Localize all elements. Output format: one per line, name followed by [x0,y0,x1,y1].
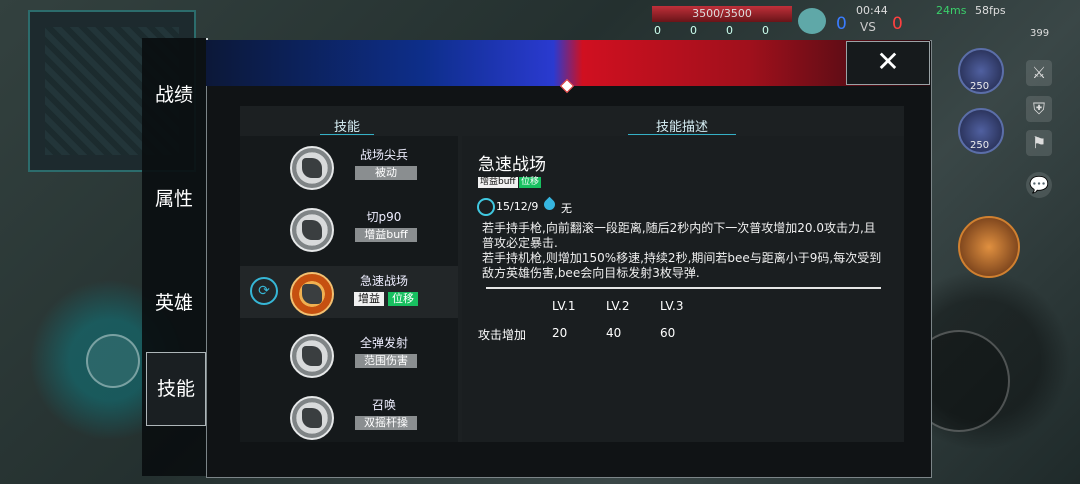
match-time: 00:44 [856,4,888,17]
flag-icon[interactable]: ⚑ [1026,130,1052,156]
vs-label: VS [860,20,876,34]
skill-name: 全弹发射 [359,336,408,350]
level-header: LV.3 [660,299,684,313]
skill-name: 切p90 [366,210,402,224]
level-header: LV.2 [606,299,630,313]
currency-text: 399 [1030,28,1050,39]
chat-icon[interactable]: 💬 [1026,172,1052,198]
menu-item-hero[interactable]: 英雄 [142,288,206,315]
skill-icon [290,272,334,316]
level-header: LV.1 [552,299,576,313]
skill-tag: 范围伤害 [355,354,417,368]
skill-row[interactable]: 全弹发射 范围伤害 [240,328,458,380]
menu-item-stats[interactable]: 战绩 [142,80,206,107]
shield-icon[interactable]: ⛨ [1026,96,1052,122]
red-score: 0 [892,14,903,34]
divider [486,287,881,289]
skill-tag: 增益buff [355,228,417,242]
ping-text: 24ms [936,4,967,17]
hero-level: 250 [970,81,990,92]
menu-item-skills[interactable]: 技能 [146,352,206,426]
cooldown-value: 15/12/9 [496,200,539,213]
skill-tag: 被动 [355,166,417,180]
skill-detail-tag: 位移 [519,177,542,188]
skill-icon [290,334,334,378]
stat-value: 0 [762,24,769,37]
skill-detail-tag: 增益buff [478,177,518,188]
swap-weapon-icon[interactable]: ⟳ [250,277,278,305]
stat-value: 40 [606,326,622,340]
skill-name: 召唤 [371,398,396,412]
skill-row[interactable]: 召唤 双摇杆操 [240,390,458,442]
skill-tag: 增益 [354,292,384,306]
skill-attack-button[interactable] [958,216,1020,278]
move-joystick[interactable] [86,334,140,388]
tab-underline [628,134,736,135]
skill-name: 战场尖兵 [359,148,408,162]
close-button[interactable]: ✕ [846,41,930,85]
stat-value: 0 [690,24,697,37]
skill-name: 急速战场 [359,274,408,288]
skill-detail-title: 急速战场 [478,155,546,175]
stat-value: 0 [654,24,661,37]
fps-text: 58fps [975,4,1006,17]
skill-icon [290,208,334,252]
skill-tag: 位移 [388,292,418,306]
sword-icon[interactable]: ⚔ [1026,60,1052,86]
skill-icon [290,146,334,190]
stat-value: 60 [660,326,676,340]
tab-skills[interactable]: 技能 [320,116,374,135]
side-menu: 战绩 属性 英雄 技能 [142,38,208,476]
skill-row[interactable]: 切p90 增益buff [240,202,458,254]
cooldown-icon [477,198,495,216]
hero-level: 250 [970,140,990,151]
cost-value: 无 [561,202,572,215]
stat-value: 0 [726,24,733,37]
skill-row[interactable]: 战场尖兵 被动 [240,140,458,192]
skill-description: 若手持手枪,向前翻滚一段距离,随后2秒内的下一次普攻增加20.0攻击力,且普攻必… [482,221,882,280]
hp-text: 3500/3500 [692,7,752,20]
blue-score: 0 [836,14,847,34]
player-avatar [798,8,826,34]
skill-tag: 双摇杆操 [355,416,417,430]
stat-value: 20 [552,326,568,340]
tab-description[interactable]: 技能描述 [628,116,736,135]
skill-icon [290,396,334,440]
tab-underline [320,134,374,135]
menu-item-attributes[interactable]: 属性 [142,184,206,211]
stat-label: 攻击增加 [478,328,527,342]
